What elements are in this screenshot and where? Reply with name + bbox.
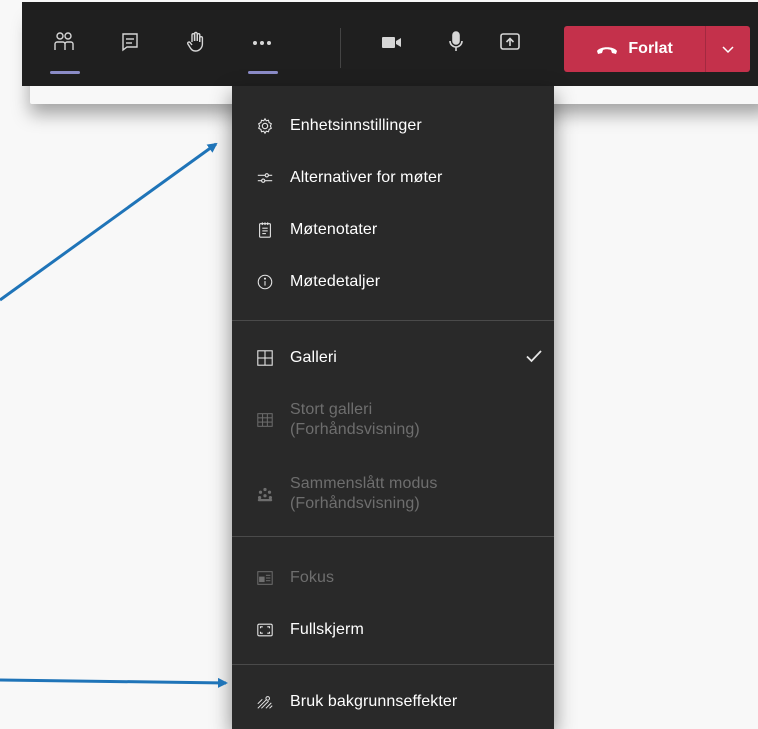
menu-item-large-gallery: Stort galleri (Forhåndsvisning) <box>232 394 554 446</box>
menu-item-device-settings[interactable]: Enhetsinnstillinger <box>232 106 554 146</box>
gear-icon <box>254 115 276 137</box>
menu-item-background-effects[interactable]: Bruk bakgrunnseffekter <box>232 682 554 722</box>
menu-item-label: Bruk bakgrunnseffekter <box>290 693 458 710</box>
together-mode-icon <box>254 483 276 505</box>
more-actions-menu: Enhetsinnstillinger Alternativer for møt… <box>232 86 554 729</box>
raise-hand-icon <box>187 31 204 52</box>
menu-item-meeting-details[interactable]: Møtedetaljer <box>232 262 554 302</box>
leave-label: Forlat <box>628 40 673 57</box>
focus-icon <box>254 567 276 589</box>
menu-item-sublabel: (Forhåndsvisning) <box>290 495 420 512</box>
chat-icon <box>122 33 138 52</box>
menu-item-label: Enhetsinnstillinger <box>290 117 422 134</box>
annotation-arrow-bottom <box>0 677 228 688</box>
camera-button[interactable] <box>370 20 414 64</box>
participants-button[interactable] <box>42 20 86 74</box>
background-effects-icon <box>254 691 276 713</box>
leave-button[interactable]: Forlat <box>564 26 706 72</box>
checkmark-icon <box>524 346 544 366</box>
people-icon <box>54 32 74 50</box>
video-camera-icon <box>382 37 401 48</box>
meeting-toolbar: Forlat <box>22 2 758 86</box>
leave-options-button[interactable] <box>705 26 750 72</box>
menu-item-sublabel: (Forhåndsvisning) <box>290 421 420 438</box>
menu-item-fullscreen[interactable]: Fullskjerm <box>232 610 554 650</box>
menu-item-gallery[interactable]: Galleri <box>232 338 554 378</box>
menu-divider <box>232 320 554 321</box>
menu-item-label: Stort galleri <box>290 401 373 418</box>
menu-item-label: Galleri <box>290 349 337 366</box>
gallery-grid-icon <box>254 347 276 369</box>
microphone-icon <box>449 31 463 51</box>
raise-hand-button[interactable] <box>174 20 218 64</box>
notes-icon <box>254 219 276 241</box>
microphone-button[interactable] <box>434 20 478 64</box>
active-indicator <box>50 71 80 74</box>
menu-item-meeting-notes[interactable]: Møtenotater <box>232 210 554 250</box>
menu-item-label: Sammenslått modus <box>290 475 438 492</box>
menu-item-label: Møtenotater <box>290 221 378 238</box>
menu-divider <box>232 664 554 665</box>
menu-item-label: Møtedetaljer <box>290 273 381 290</box>
menu-divider <box>232 536 554 537</box>
toolbar-divider <box>340 28 341 68</box>
large-gallery-icon <box>254 409 276 431</box>
annotation-arrow-top <box>0 142 218 302</box>
fullscreen-icon <box>254 619 276 641</box>
sliders-icon <box>254 167 276 189</box>
chat-button[interactable] <box>108 20 152 64</box>
chevron-down-icon <box>722 46 734 54</box>
menu-item-label: Fokus <box>290 569 335 586</box>
more-icon <box>253 41 271 45</box>
more-actions-button[interactable] <box>240 20 284 74</box>
phone-hangup-icon <box>597 47 618 54</box>
info-icon <box>254 271 276 293</box>
share-button[interactable] <box>488 20 532 64</box>
share-screen-icon <box>500 33 520 50</box>
menu-item-meeting-options[interactable]: Alternativer for møter <box>232 158 554 198</box>
menu-item-focus: Fokus <box>232 558 554 598</box>
menu-item-together-mode: Sammenslått modus (Forhåndsvisning) <box>232 468 554 520</box>
menu-item-label: Fullskjerm <box>290 621 364 638</box>
menu-item-label: Alternativer for møter <box>290 169 443 186</box>
leave-group: Forlat <box>564 26 750 72</box>
active-indicator <box>248 71 278 74</box>
